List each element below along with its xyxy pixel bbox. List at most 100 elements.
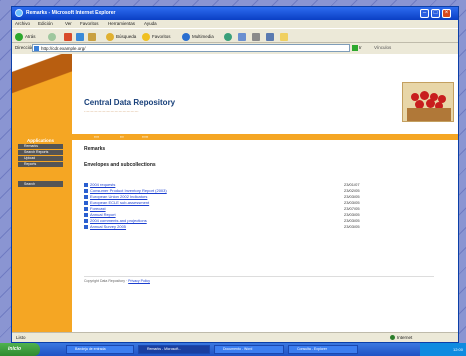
site-title: Central Data Repository [84, 98, 176, 107]
document-row: Annual Report 23/03/05 [84, 212, 434, 217]
taskbar-item-inbox[interactable]: Bandeja de entrada [66, 345, 134, 354]
nav-item-remarks[interactable]: Remarks [18, 144, 63, 149]
home-icon [88, 32, 96, 41]
star-icon [142, 32, 150, 41]
folder-button[interactable] [280, 32, 290, 41]
document-link[interactable]: Consumer Product Inventory Report (2003) [90, 188, 167, 193]
main-content: Remarks Envelopes and subcollections 200… [84, 146, 434, 230]
taskbar: inicio Bandeja de entrada Remarks - Micr… [0, 343, 466, 356]
page-icon [34, 46, 39, 51]
document-link[interactable]: Annual Report [90, 212, 116, 217]
document-row: 2004 requests 23/01/07 [84, 182, 434, 187]
nav-search-button[interactable]: Search [18, 181, 63, 187]
menu-favoritos[interactable]: Favoritos [80, 21, 99, 26]
document-link[interactable]: European ECLE sub-assessment [90, 200, 149, 205]
start-button[interactable]: inicio [0, 343, 40, 356]
nav-item-search-reports[interactable]: Search Reports [18, 150, 63, 155]
document-row: European Union 2002 Indicators 23/03/05 [84, 194, 434, 199]
security-zone: Internet [390, 333, 412, 342]
document-date: 23/03/05 [344, 212, 360, 217]
footer: Copyright Data Repository · Privacy Poli… [84, 276, 434, 283]
media-button[interactable]: Multimedia [182, 32, 214, 41]
window-title: Remarks - Microsoft Internet Explorer [26, 10, 116, 16]
favorites-button[interactable]: Favoritos [142, 32, 171, 41]
menu-herramientas[interactable]: Herramientas [108, 21, 135, 26]
document-row: European ECLE sub-assessment 23/03/05 [84, 200, 434, 205]
taskbar-item-explorer[interactable]: Consulta - Explorer [288, 345, 358, 354]
print-button[interactable] [252, 32, 262, 41]
refresh-icon [76, 32, 84, 41]
document-date: 23/07/05 [344, 206, 360, 211]
taskbar-item-browser[interactable]: Remarks - Microsoft... [138, 345, 210, 354]
maximize-button[interactable]: □ [431, 9, 440, 18]
section-bar: ▪▪▪▪ ▪▪▪ ▪▪▪▪▪ [72, 134, 458, 140]
stop-button[interactable] [64, 32, 74, 41]
folder-icon [84, 219, 88, 223]
mail-button[interactable] [238, 32, 248, 41]
document-date: 23/03/05 [344, 218, 360, 223]
status-text: Listo [16, 335, 26, 340]
folder-icon [84, 195, 88, 199]
close-button[interactable]: × [442, 9, 451, 18]
document-row: 2004 comments and projections 23/03/05 [84, 218, 434, 223]
forward-arrow-icon [48, 32, 56, 41]
menu-edicion[interactable]: Edición [38, 21, 53, 26]
nav-item-upload[interactable]: Upload [18, 156, 63, 161]
breadcrumb: Remarks [84, 146, 106, 152]
menu-ayuda[interactable]: Ayuda [144, 21, 157, 26]
document-date: 23/01/07 [344, 182, 360, 187]
menu-archivo[interactable]: Archivo [15, 21, 30, 26]
search-button[interactable]: Búsqueda [106, 32, 136, 41]
home-button[interactable] [88, 32, 98, 41]
refresh-button[interactable] [76, 32, 86, 41]
address-url: http://cdr.example.org/ [41, 46, 86, 51]
mail-icon [238, 32, 246, 41]
history-button[interactable] [224, 32, 234, 41]
menu-bar: Archivo Edición Ver Favoritos Herramient… [12, 20, 458, 28]
document-date: 23/03/05 [344, 224, 360, 229]
document-link[interactable]: 2004 comments and projections [90, 218, 147, 223]
folder-icon [84, 207, 88, 211]
document-link[interactable]: Forecast [90, 206, 106, 211]
minimize-button[interactable]: – [420, 9, 429, 18]
nav-heading: Applications [26, 138, 54, 143]
menu-ver[interactable]: Ver [65, 21, 72, 26]
forward-button[interactable] [48, 32, 58, 41]
document-list: 2004 requests 23/01/07 Consumer Product In… [84, 182, 434, 229]
document-row: Annual Survey 2005 23/03/05 [84, 224, 434, 229]
back-arrow-icon [15, 32, 23, 41]
footer-text: Copyright Data Repository · [84, 279, 129, 283]
links-label[interactable]: Vínculos [374, 45, 391, 50]
edit-icon [266, 32, 274, 41]
sidebar: Applications Remarks Search Reports Uplo… [12, 54, 72, 332]
title-bar[interactable]: Remarks - Microsoft Internet Explorer – … [12, 7, 458, 20]
privacy-link[interactable]: Privacy Policy [128, 279, 150, 283]
side-nav: Applications Remarks Search Reports Uplo… [18, 138, 63, 168]
history-icon [224, 32, 232, 41]
folder-icon [84, 183, 88, 187]
berry [426, 99, 435, 108]
address-input[interactable]: http://cdr.example.org/ [32, 44, 350, 52]
document-link[interactable]: Annual Survey 2005 [90, 224, 126, 229]
folder-icon [280, 32, 288, 41]
ie-icon [15, 9, 23, 17]
address-label: Dirección [15, 45, 34, 50]
folder-icon [84, 225, 88, 229]
taskbar-item-word[interactable]: Documento - Word [214, 345, 284, 354]
document-link[interactable]: 2004 requests [90, 182, 115, 187]
document-date: 23/03/05 [344, 200, 360, 205]
document-link[interactable]: European Union 2002 Indicators [90, 194, 147, 199]
edit-button[interactable] [266, 32, 276, 41]
back-button[interactable]: Atrás [15, 32, 36, 41]
nav-item-reports[interactable]: Reports [18, 162, 63, 167]
system-tray: 12:00 [420, 343, 466, 356]
media-icon [182, 32, 190, 41]
search-icon [106, 32, 114, 41]
folder-icon [84, 189, 88, 193]
page-viewport: Applications Remarks Search Reports Uplo… [12, 54, 458, 332]
status-bar: Listo Internet [12, 332, 458, 342]
go-button[interactable]: Ir [352, 44, 369, 52]
browser-window: Remarks - Microsoft Internet Explorer – … [11, 6, 459, 343]
strawberry-basket-photo [402, 82, 454, 122]
clock: 12:00 [452, 347, 463, 352]
